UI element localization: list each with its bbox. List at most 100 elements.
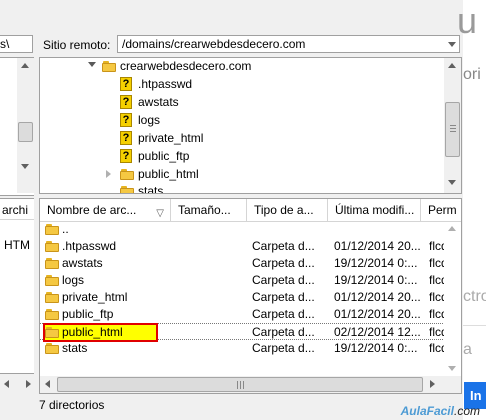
folder-icon [102, 61, 116, 72]
folder-icon [120, 169, 134, 180]
background-text: a [463, 341, 472, 358]
list-header: Nombre de arc... ▽ Tamaño... Tipo de a..… [40, 199, 461, 222]
remote-list-scrollbar[interactable] [444, 222, 461, 377]
cell-name: public_ftp [62, 307, 114, 321]
folder-icon [45, 275, 59, 286]
table-row[interactable]: .. [40, 221, 461, 238]
cell-type: Carpeta d... [252, 256, 315, 270]
column-header-type[interactable]: Tipo de a... [247, 199, 328, 221]
sort-descending-icon: ▽ [156, 208, 164, 219]
cell-modified: 01/12/2014 20... [334, 307, 421, 321]
local-path-value: s\ [0, 37, 10, 51]
local-path-combo[interactable]: s\ [0, 35, 33, 53]
scroll-thumb[interactable] [18, 122, 33, 142]
background-text: ctro [463, 288, 486, 305]
cell-name: public_html [62, 325, 123, 339]
folder-icon [45, 258, 59, 269]
cell-type: Carpeta d... [252, 325, 315, 339]
local-tree-scrollbar[interactable] [17, 58, 34, 193]
scroll-up-icon[interactable] [21, 63, 29, 68]
table-row[interactable]: logsCarpeta d...19/12/2014 0:...flcdm [40, 272, 461, 289]
cell-modified: 19/12/2014 0:... [334, 256, 418, 270]
status-bar: 7 directorios [39, 398, 105, 412]
scroll-down-icon[interactable] [21, 164, 29, 169]
remote-list-hscroll[interactable] [40, 376, 461, 393]
folder-icon [45, 309, 59, 320]
column-header-filename[interactable]: Nombre de arc... ▽ [40, 199, 171, 221]
scroll-thumb[interactable] [445, 102, 460, 157]
unknown-folder-icon: ? [120, 149, 132, 163]
unknown-folder-icon: ? [120, 77, 132, 91]
remote-file-list[interactable]: Nombre de arc... ▽ Tamaño... Tipo de a..… [39, 198, 462, 394]
background-page: u ori ctro a [457, 0, 486, 420]
scroll-left-icon[interactable] [4, 380, 9, 388]
cell-type: Carpeta d... [252, 307, 315, 321]
tree-node-label: crearwebdesdecero.com [120, 59, 252, 73]
chevron-down-icon[interactable] [448, 42, 456, 47]
local-row-type: HTM [4, 238, 30, 252]
folder-icon [120, 186, 134, 193]
cell-modified: 01/12/2014 20... [334, 239, 421, 253]
cell-name: logs [62, 273, 85, 287]
cell-type: Carpeta d... [252, 341, 315, 355]
folder-icon [45, 327, 59, 338]
scroll-down-icon[interactable] [448, 180, 456, 185]
cell-modified: 19/12/2014 0:... [334, 341, 418, 355]
tree-node-label: private_html [138, 131, 204, 145]
table-row[interactable]: public_ftpCarpeta d...01/12/2014 20...fl… [40, 306, 461, 323]
local-list-header[interactable]: archi [0, 198, 34, 220]
watermark: AulaFacil.com [400, 404, 480, 418]
remote-tree-scrollbar[interactable] [444, 58, 461, 193]
cell-name: .htpasswd [62, 239, 117, 253]
unknown-folder-icon: ? [120, 131, 132, 145]
cell-modified: 01/12/2014 20... [334, 290, 421, 304]
scroll-down-icon[interactable] [448, 366, 456, 371]
cell-modified: 19/12/2014 0:... [334, 273, 418, 287]
local-tree[interactable] [0, 57, 34, 196]
cell-modified: 02/12/2014 12... [334, 325, 421, 339]
cell-name: .. [62, 222, 69, 236]
background-text: u [457, 0, 478, 41]
unknown-folder-icon: ? [120, 95, 132, 109]
scroll-up-icon[interactable] [448, 226, 456, 231]
collapsed-arrow-icon[interactable] [106, 170, 111, 178]
local-hscroll[interactable] [0, 376, 34, 393]
scroll-right-icon[interactable] [26, 380, 31, 388]
remote-path-combo[interactable]: /domains/crearwebdesdecero.com [117, 35, 460, 53]
table-row[interactable]: public_htmlCarpeta d...02/12/2014 12...f… [40, 323, 461, 342]
table-row[interactable]: awstatsCarpeta d...19/12/2014 0:...flcdm [40, 255, 461, 272]
folder-icon [45, 292, 59, 303]
tree-node-label: logs [138, 113, 161, 127]
table-row[interactable]: private_html Carpeta d... 01/12/2014 20...… [40, 289, 461, 306]
cell-name: private_html [62, 290, 128, 304]
local-file-list[interactable]: HTM [0, 220, 34, 374]
remote-path-value: /domains/crearwebdesdecero.com [122, 37, 306, 51]
tree-node-label: awstats [138, 95, 179, 109]
cell-name: stats [62, 341, 88, 355]
unknown-folder-icon: ? [120, 113, 132, 127]
table-row[interactable]: statsCarpeta d...19/12/2014 0:...flcdm [40, 340, 461, 357]
scroll-left-icon[interactable] [45, 380, 50, 388]
cell-type: Carpeta d... [252, 239, 315, 253]
folder-icon [45, 343, 59, 354]
cell-type: Carpeta d... [252, 273, 315, 287]
expanded-arrow-icon[interactable] [88, 62, 96, 67]
remote-site-label: Sitio remoto: [43, 38, 111, 52]
tree-node-label: public_html [138, 167, 199, 181]
scroll-right-icon[interactable] [430, 380, 435, 388]
table-row[interactable]: .htpasswdCarpeta d...01/12/2014 20...flc… [40, 238, 461, 255]
remote-tree[interactable]: crearwebdesdecero.com ? .htpasswd ? awst… [39, 57, 462, 194]
cell-type: Carpeta d... [252, 290, 315, 304]
tree-node-label: .htpasswd [138, 77, 193, 91]
folder-icon [45, 241, 59, 252]
background-text: ori [463, 66, 481, 83]
scroll-thumb[interactable] [57, 377, 423, 392]
column-header-modified[interactable]: Última modifi... [328, 199, 421, 221]
scroll-up-icon[interactable] [448, 63, 456, 68]
tree-node-label: public_ftp [138, 149, 190, 163]
cell-name: awstats [62, 256, 103, 270]
column-header-permissions[interactable]: Perm [421, 199, 461, 221]
tree-node-label: stats [138, 184, 164, 194]
local-column-filename: archi [2, 203, 29, 217]
column-header-size[interactable]: Tamaño... [171, 199, 247, 221]
